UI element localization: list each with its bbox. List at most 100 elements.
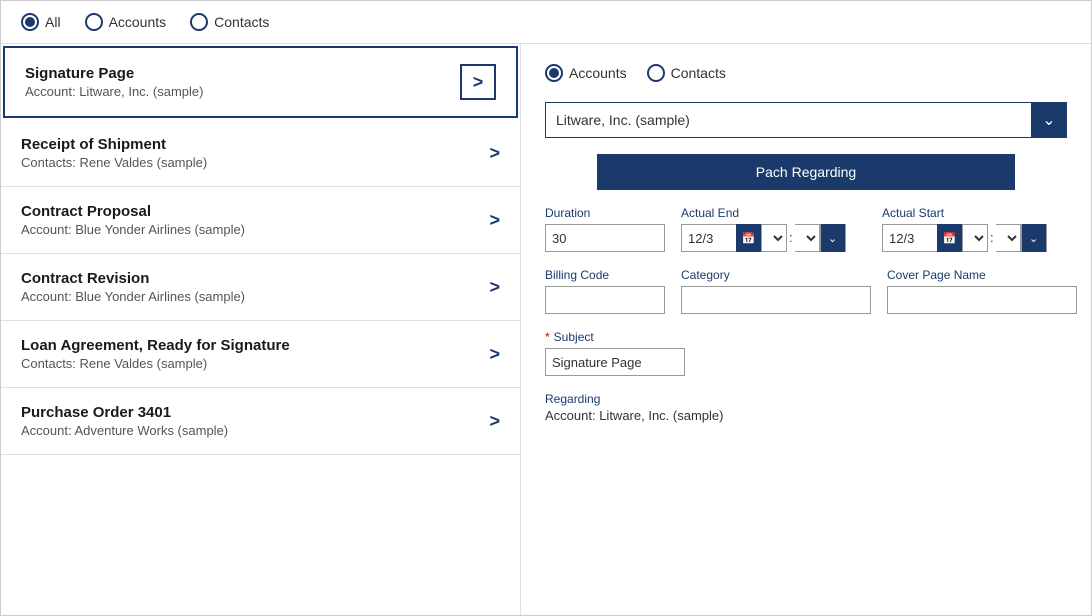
actual-start-calendar-button[interactable]: 📅 [937, 224, 963, 252]
content-area: Signature Page Account: Litware, Inc. (s… [1, 44, 1091, 615]
regarding-filter-row: Accounts Contacts [545, 64, 1067, 82]
billing-code-field-group: Billing Code [545, 268, 665, 314]
cover-page-field-group: Cover Page Name [887, 268, 1077, 314]
subject-input[interactable] [545, 348, 685, 376]
filter-all-label: All [45, 14, 61, 30]
list-item-title: Signature Page [25, 65, 203, 82]
filter-accounts[interactable]: Accounts [85, 13, 167, 31]
cover-page-label: Cover Page Name [887, 268, 1077, 282]
chevron-right-icon: > [473, 72, 484, 93]
actual-start-input-group: 📅 : ⌄ [882, 224, 1067, 252]
calendar-icon: 📅 [943, 232, 957, 245]
chevron-down-icon: ⌄ [1042, 110, 1055, 130]
cover-page-input[interactable] [887, 286, 1077, 314]
left-panel: Signature Page Account: Litware, Inc. (s… [1, 44, 521, 615]
chevron-button[interactable]: > [460, 64, 496, 100]
radio-all[interactable] [21, 13, 39, 31]
time-colon: : [787, 224, 795, 252]
list-item-subtitle: Account: Adventure Works (sample) [21, 423, 228, 438]
filter-contacts[interactable]: Contacts [190, 13, 269, 31]
actual-end-minute-select[interactable] [795, 224, 820, 252]
calendar-icon: 📅 [742, 232, 756, 245]
regarding-filter-accounts[interactable]: Accounts [545, 64, 627, 82]
chevron-right-icon: > [489, 344, 500, 365]
category-input[interactable] [681, 286, 871, 314]
fields-row-1: Duration Actual End 📅 [545, 206, 1067, 252]
list-item-subtitle: Contacts: Rene Valdes (sample) [21, 155, 207, 170]
actual-start-field-group: Actual Start 📅 : [882, 206, 1067, 252]
list-item-content: Receipt of Shipment Contacts: Rene Valde… [21, 136, 207, 170]
chevron-right-icon: > [489, 210, 500, 231]
right-panel: Accounts Contacts Litware, Inc. (sample)… [521, 44, 1091, 615]
list-item-title: Loan Agreement, Ready for Signature [21, 337, 290, 354]
list-item[interactable]: Contract Revision Account: Blue Yonder A… [1, 254, 520, 321]
subject-section: * Subject [545, 330, 1067, 376]
list-item-content: Contract Proposal Account: Blue Yonder A… [21, 203, 245, 237]
list-item-content: Purchase Order 3401 Account: Adventure W… [21, 404, 228, 438]
list-item-title: Purchase Order 3401 [21, 404, 228, 421]
filter-contacts-label: Contacts [214, 14, 269, 30]
actual-end-input-group: 📅 : ⌄ [681, 224, 866, 252]
regarding-value: Account: Litware, Inc. (sample) [545, 408, 1067, 423]
actual-start-label: Actual Start [882, 206, 1067, 220]
regarding-dropdown-row: Litware, Inc. (sample) ⌄ [545, 102, 1067, 138]
billing-code-label: Billing Code [545, 268, 665, 282]
regarding-dropdown-value: Litware, Inc. (sample) [556, 112, 690, 128]
fields-row-2: Billing Code Category Cover Page Name [545, 268, 1067, 314]
list-item-subtitle: Account: Litware, Inc. (sample) [25, 84, 203, 99]
chevron-down-icon: ⌄ [1029, 232, 1038, 245]
radio-contacts[interactable] [190, 13, 208, 31]
list-item[interactable]: Signature Page Account: Litware, Inc. (s… [3, 46, 518, 118]
regarding-dropdown-button[interactable]: ⌄ [1031, 102, 1067, 138]
actual-end-field-group: Actual End 📅 : [681, 206, 866, 252]
regarding-accounts-label: Accounts [569, 65, 627, 81]
list-item-subtitle: Account: Blue Yonder Airlines (sample) [21, 222, 245, 237]
regarding-label: Regarding [545, 392, 1067, 406]
subject-label: Subject [554, 330, 594, 344]
regarding-section: Regarding Account: Litware, Inc. (sample… [545, 392, 1067, 423]
regarding-filter-contacts[interactable]: Contacts [647, 64, 726, 82]
actual-end-time-button[interactable]: ⌄ [820, 224, 846, 252]
actual-start-time-button[interactable]: ⌄ [1021, 224, 1047, 252]
list-item[interactable]: Receipt of Shipment Contacts: Rene Valde… [1, 120, 520, 187]
list-item[interactable]: Purchase Order 3401 Account: Adventure W… [1, 388, 520, 455]
list-item-title: Contract Revision [21, 270, 245, 287]
radio-regarding-contacts[interactable] [647, 64, 665, 82]
duration-label: Duration [545, 206, 665, 220]
actual-end-calendar-button[interactable]: 📅 [736, 224, 762, 252]
category-label: Category [681, 268, 871, 282]
list-item-content: Signature Page Account: Litware, Inc. (s… [25, 65, 203, 99]
list-item-title: Contract Proposal [21, 203, 245, 220]
radio-regarding-accounts[interactable] [545, 64, 563, 82]
list-item-subtitle: Contacts: Rene Valdes (sample) [21, 356, 290, 371]
list-item-content: Contract Revision Account: Blue Yonder A… [21, 270, 245, 304]
actual-start-minute-select[interactable] [996, 224, 1021, 252]
subject-required-marker: * [545, 330, 550, 344]
list-item[interactable]: Contract Proposal Account: Blue Yonder A… [1, 187, 520, 254]
actual-start-date-input[interactable] [882, 224, 937, 252]
actual-start-hour-select[interactable] [963, 224, 988, 252]
list-item-subtitle: Account: Blue Yonder Airlines (sample) [21, 289, 245, 304]
time-colon: : [988, 224, 996, 252]
actual-end-hour-select[interactable] [762, 224, 787, 252]
actual-end-date-input[interactable] [681, 224, 736, 252]
subject-label-row: * Subject [545, 330, 1067, 344]
list-item[interactable]: Loan Agreement, Ready for Signature Cont… [1, 321, 520, 388]
duration-input[interactable] [545, 224, 665, 252]
chevron-right-icon: > [489, 411, 500, 432]
main-container: All Accounts Contacts Signature Page Acc… [0, 0, 1092, 616]
list-item-content: Loan Agreement, Ready for Signature Cont… [21, 337, 290, 371]
fields-grid: Duration Actual End 📅 [545, 206, 1067, 423]
billing-code-input[interactable] [545, 286, 665, 314]
regarding-contacts-label: Contacts [671, 65, 726, 81]
radio-accounts[interactable] [85, 13, 103, 31]
regarding-dropdown-field[interactable]: Litware, Inc. (sample) [545, 102, 1031, 138]
list-item-title: Receipt of Shipment [21, 136, 207, 153]
chevron-right-icon: > [489, 277, 500, 298]
filter-accounts-label: Accounts [109, 14, 167, 30]
filter-all[interactable]: All [21, 13, 61, 31]
patch-regarding-button[interactable]: Pach Regarding [597, 154, 1015, 190]
category-field-group: Category [681, 268, 871, 314]
chevron-right-icon: > [489, 143, 500, 164]
chevron-down-icon: ⌄ [828, 232, 837, 245]
